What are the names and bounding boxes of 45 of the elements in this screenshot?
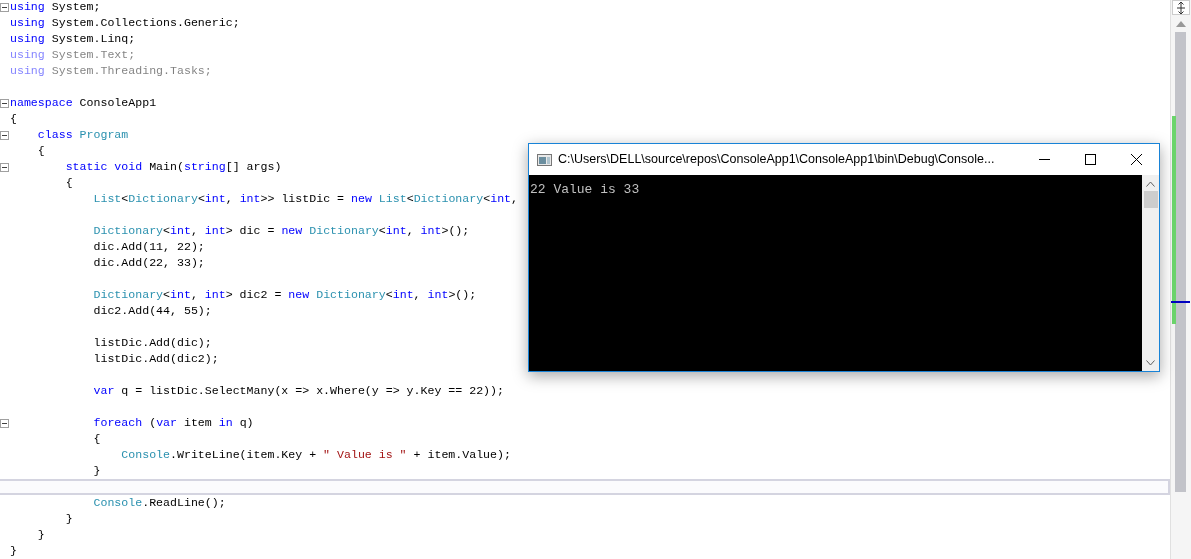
code-line: { — [92, 431, 101, 447]
code-line: Dictionary<int, int> dic2 = new Dictionary<int, int>(); — [92, 287, 477, 303]
code-line: Dictionary<int, int> dic = new Dictionary<int, int>(); — [92, 223, 470, 239]
split-handle-icon[interactable] — [1172, 0, 1190, 15]
collapse-icon[interactable] — [0, 98, 9, 108]
close-icon — [1130, 154, 1142, 165]
window-title: C:\Users\DELL\source\repos\ConsoleApp1\ConsoleApp1\bin\Debug\Console... — [558, 151, 995, 169]
console-scrollbar-thumb[interactable] — [1143, 191, 1158, 208]
code-line: dic2.Add(44, 55); — [92, 303, 212, 319]
code-line: { — [36, 143, 45, 159]
console-app-icon — [537, 153, 552, 166]
collapse-icon[interactable] — [0, 418, 9, 428]
code-line: using System.Linq; — [10, 31, 136, 47]
caret-marker — [1171, 301, 1190, 303]
code-line: namespace ConsoleApp1 — [10, 95, 157, 111]
code-line: listDic.Add(dic2); — [92, 351, 219, 367]
code-line: List<Dictionary<int, int>> listDic = new List<Dictionary<int, — [92, 191, 518, 207]
code-line: dic.Add(22, 33); — [92, 255, 205, 271]
collapse-icon[interactable] — [0, 130, 9, 140]
code-line: using System.Threading.Tasks; — [10, 63, 212, 79]
maximize-icon — [1084, 154, 1096, 165]
code-line: Console.WriteLine(item.Key + " Value is " + item.Value); — [120, 447, 511, 463]
code-line: listDic.Add(dic); — [92, 335, 212, 351]
collapse-icon[interactable] — [0, 2, 9, 12]
code-line: class Program — [36, 127, 129, 143]
scroll-down-icon[interactable] — [1146, 360, 1155, 366]
code-line: } — [92, 463, 101, 479]
code-line: using System; — [10, 0, 101, 15]
code-line: } — [64, 511, 73, 527]
code-line: { — [10, 111, 17, 127]
code-line: Console.ReadLine(); — [92, 495, 226, 511]
scroll-up-arrow-icon[interactable] — [1176, 21, 1186, 27]
code-line: foreach (var item in q) — [92, 415, 254, 431]
code-line: var q = listDic.SelectMany(x => x.Where(y => y.Key == 22)); — [92, 383, 504, 399]
code-line: } — [10, 543, 17, 559]
code-line: dic.Add(11, 22); — [92, 239, 205, 255]
scroll-up-icon[interactable] — [1146, 181, 1155, 187]
code-line: static void Main(string[] args) — [64, 159, 282, 175]
code-line: using System.Collections.Generic; — [10, 15, 240, 31]
console-text: 22 Value is 33 — [530, 182, 640, 197]
code-line: { — [64, 175, 73, 191]
console-scrollbar[interactable] — [1142, 175, 1159, 371]
code-line: } — [36, 527, 45, 543]
code-line: using System.Text; — [10, 47, 136, 63]
collapse-icon[interactable] — [0, 162, 9, 172]
